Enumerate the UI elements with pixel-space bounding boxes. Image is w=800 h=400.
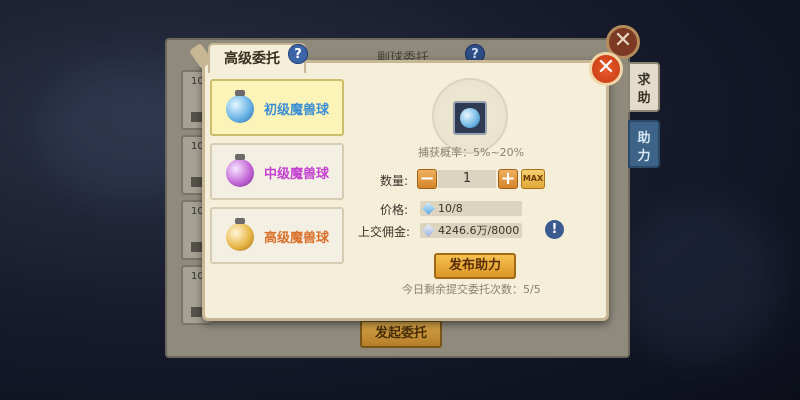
intermediate-ball-icon [226,154,254,187]
quantity-plus-button[interactable]: + [498,169,518,189]
start-commission-button[interactable]: 发起委托 [360,320,442,348]
remaining-submissions-text: 今日剩余提交委托次数：5/5 [402,283,541,296]
close-icon[interactable]: ✕ [589,52,623,86]
quantity-label: 数量: [380,174,409,188]
quantity-minus-button[interactable]: − [417,169,437,189]
ball-item-intermediate[interactable]: 中级魔兽球 [210,143,344,200]
catch-rate-text: 捕获概率：5%~20% [418,146,525,159]
price-label: 价格: [380,203,409,217]
publish-assist-button[interactable]: 发布助力 [434,253,516,279]
warning-icon[interactable]: ! [545,220,564,239]
commission-label: 上交佣金: [358,225,411,239]
silver-crystal-icon [422,224,435,237]
tab-assist[interactable]: 助 力 [628,120,660,168]
commission-value-text: 4246.6万/8000 [438,224,520,237]
ball-item-basic[interactable]: 初级魔兽球 [210,79,344,136]
advanced-ball-icon [226,218,254,251]
ball-item-advanced[interactable]: 高级魔兽球 [210,207,344,264]
background-glow [620,200,780,360]
quantity-max-button[interactable]: MAX [521,169,545,189]
ball-item-label: 高级魔兽球 [264,231,330,246]
price-value: 10/8 [420,201,522,216]
crystal-icon [422,202,435,215]
tab-assist-label: 助 力 [637,131,651,164]
ball-item-label: 初级魔兽球 [264,103,330,118]
quantity-field[interactable]: 1 [438,170,496,188]
commission-value: 4246.6万/8000 [420,223,522,238]
basic-ball-icon [460,108,480,128]
tab-request[interactable]: 求 助 [628,62,660,112]
help-icon[interactable]: ? [288,44,308,64]
selected-ball-slot [453,101,487,135]
tab-request-label: 求 助 [637,73,651,106]
ball-item-label: 中级魔兽球 [264,167,330,182]
basic-ball-icon [226,90,254,123]
price-value-text: 10/8 [438,202,463,215]
